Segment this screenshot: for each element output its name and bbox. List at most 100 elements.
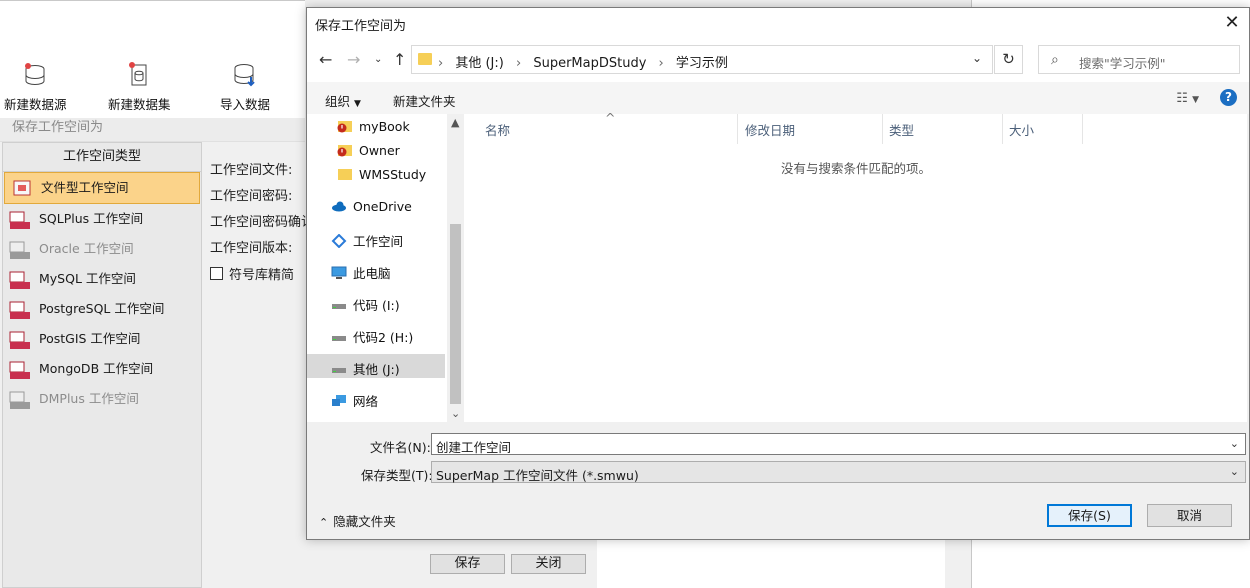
new-dataset-label: 新建数据集 [108, 97, 171, 112]
dialog-title: 保存工作空间为 [315, 19, 407, 34]
sort-up-icon: ^ [605, 110, 616, 125]
close-icon[interactable]: ✕ [1215, 8, 1249, 38]
nav-item-label: 此电脑 [353, 266, 391, 281]
filetype-select[interactable]: SuperMap 工作空间文件 (*.smwu) ⌄ [431, 461, 1246, 483]
import-icon [234, 64, 255, 87]
help-icon[interactable]: ? [1220, 89, 1237, 106]
up-arrow-icon[interactable]: ↑ [393, 50, 406, 69]
nav-scrollbar[interactable]: ▲ ⌄ [447, 114, 464, 422]
chevron-right-icon: › [658, 56, 664, 71]
column-type[interactable]: 类型 [889, 120, 914, 139]
filename-value: 创建工作空间 [436, 440, 512, 455]
drive-icon [332, 368, 346, 373]
organize-label: 组织 [325, 94, 351, 109]
address-bar[interactable]: › 其他 (J:) › SuperMapDStudy › 学习示例 ⌄ [411, 45, 993, 74]
workspace-type-mysql[interactable]: MySQL 工作空间 [3, 264, 201, 294]
recent-dropdown-icon[interactable]: ⌄ [374, 54, 382, 65]
workspace-type-postgis[interactable]: PostGIS 工作空间 [3, 324, 201, 354]
scroll-down-icon[interactable]: ⌄ [451, 407, 460, 420]
nav-item-owner[interactable]: Owner [337, 143, 400, 158]
nav-item-drive-j[interactable]: 其他 (J:) [331, 359, 400, 378]
nav-item-label: Owner [359, 143, 400, 158]
workspace-type-label: PostgreSQL 工作空间 [39, 301, 165, 316]
workspace-type-mongodb[interactable]: MongoDB 工作空间 [3, 354, 201, 384]
column-divider [1082, 114, 1083, 144]
breadcrumb-drive[interactable]: 其他 (J:) [455, 56, 504, 71]
symbol-compact-checkbox[interactable]: 符号库精简 [210, 264, 294, 283]
workspace-type-label: PostGIS 工作空间 [39, 331, 141, 346]
view-options-icon[interactable]: ☷ ▼ [1176, 91, 1199, 106]
mysql-icon [9, 271, 30, 289]
scrollbar-thumb[interactable] [450, 224, 461, 404]
save-button[interactable]: 保存(S) [1047, 504, 1132, 527]
nav-item-onedrive[interactable]: OneDrive [331, 199, 412, 214]
folder-icon [338, 169, 352, 180]
workspace-type-label: MySQL 工作空间 [39, 271, 136, 286]
refresh-icon[interactable]: ↻ [994, 45, 1023, 74]
panel-save-button[interactable]: 保存 [430, 554, 505, 574]
cancel-button[interactable]: 取消 [1147, 504, 1232, 527]
folder-icon [418, 53, 432, 65]
new-folder-button[interactable]: 新建文件夹 [393, 91, 456, 110]
sqlplus-icon [9, 211, 30, 229]
workspace-icon [331, 234, 347, 248]
column-size[interactable]: 大小 [1009, 120, 1034, 139]
nav-item-mybook[interactable]: myBook [337, 119, 410, 134]
filename-input[interactable]: 创建工作空间 ⌄ [431, 433, 1246, 455]
new-dataset-button[interactable]: 新建数据集 [108, 61, 171, 113]
dialog-titlebar: 保存工作空间为 ✕ [307, 8, 1249, 38]
navigation-pane: myBook Owner WMSStudy OneDrive 工作空间 此电脑 … [307, 114, 465, 422]
filename-label: 文件名(N): [370, 440, 431, 455]
breadcrumb-supermapdstudy[interactable]: SuperMapDStudy [533, 56, 646, 71]
drive-icon [332, 336, 346, 341]
workspace-type-label: MongoDB 工作空间 [39, 361, 154, 376]
dialog-toolbar: 组织 ▼ 新建文件夹 ☷ ▼ ? [307, 82, 1249, 114]
nav-item-network[interactable]: 网络 [331, 391, 378, 410]
workspace-file-label: 工作空间文件: [210, 163, 293, 178]
workspace-type-oracle[interactable]: Oracle 工作空间 [3, 234, 201, 264]
workspace-type-postgresql[interactable]: PostgreSQL 工作空间 [3, 294, 201, 324]
empty-message: 没有与搜索条件匹配的项。 [780, 161, 931, 176]
drive-icon [332, 304, 346, 309]
network-icon [332, 395, 346, 406]
nav-item-this-pc[interactable]: 此电脑 [331, 263, 391, 282]
nav-item-drive-i[interactable]: 代码 (I:) [331, 295, 400, 314]
new-datasource-button[interactable]: 新建数据源 [4, 61, 67, 113]
workspace-type-dmplus[interactable]: DMPlus 工作空间 [3, 384, 201, 414]
column-name[interactable]: 名称 [485, 120, 510, 139]
hide-folders-toggle[interactable]: ⌃ 隐藏文件夹 [319, 511, 396, 530]
workspace-version-label: 工作空间版本: [210, 241, 293, 256]
column-divider [882, 114, 883, 144]
search-input[interactable]: ⌕ 搜索"学习示例" [1038, 45, 1240, 74]
scroll-up-icon[interactable]: ▲ [451, 116, 459, 129]
chevron-down-icon[interactable]: ⌄ [972, 51, 982, 65]
dataset-icon [129, 62, 147, 86]
column-divider [1002, 114, 1003, 144]
chevron-down-icon[interactable]: ⌄ [1230, 437, 1239, 450]
checkbox-box[interactable] [210, 267, 223, 280]
chevron-right-icon: › [438, 56, 444, 71]
workspace-type-sqlplus[interactable]: SQLPlus 工作空间 [3, 204, 201, 234]
workspace-type-file[interactable]: 文件型工作空间 [4, 172, 200, 204]
nav-item-label: OneDrive [353, 199, 412, 214]
nav-item-workspace[interactable]: 工作空间 [331, 231, 403, 250]
forward-arrow-icon[interactable]: → [347, 50, 360, 69]
import-data-label: 导入数据 [220, 97, 271, 112]
nav-item-wmsstudy[interactable]: WMSStudy [337, 167, 426, 182]
nav-item-label: 代码2 (H:) [353, 330, 414, 345]
file-list: 名称 ^ 修改日期 类型 大小 没有与搜索条件匹配的项。 [465, 110, 1247, 422]
nav-item-drive-h[interactable]: 代码2 (H:) [331, 327, 413, 346]
back-arrow-icon[interactable]: ← [319, 50, 332, 69]
chevron-right-icon: › [515, 56, 522, 71]
organize-button[interactable]: 组织 ▼ [325, 91, 361, 110]
filetype-label: 保存类型(T): [361, 468, 433, 483]
import-data-button[interactable]: 导入数据 [220, 61, 270, 113]
warning-folder-icon [337, 145, 352, 157]
symbol-compact-label: 符号库精简 [229, 268, 295, 283]
workspace-type-label: DMPlus 工作空间 [39, 391, 139, 406]
column-modified[interactable]: 修改日期 [745, 120, 795, 139]
nav-item-label: WMSStudy [359, 167, 427, 182]
panel-close-button[interactable]: 关闭 [511, 554, 586, 574]
chevron-down-icon[interactable]: ⌄ [1230, 465, 1239, 478]
breadcrumb-current[interactable]: 学习示例 [676, 56, 728, 71]
